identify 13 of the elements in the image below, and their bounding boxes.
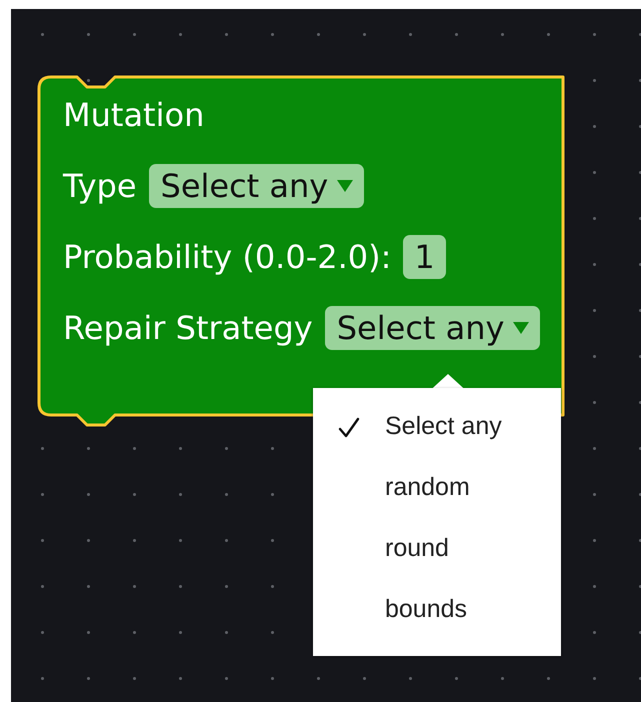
menu-option[interactable]: bounds: [313, 579, 561, 640]
field-label: Type: [63, 167, 136, 205]
field-label: Probability (0.0-2.0):: [63, 238, 392, 276]
dropdown-field[interactable]: Select any: [324, 306, 540, 350]
field-label: Repair Strategy: [63, 309, 313, 347]
menu-option[interactable]: round: [313, 518, 561, 579]
menu-option[interactable]: random: [313, 457, 561, 518]
menu-option[interactable]: Select any: [313, 396, 561, 457]
caret-icon: [512, 321, 530, 335]
block-title: Mutation: [63, 95, 206, 136]
number-field[interactable]: 1: [403, 235, 446, 279]
dropdown-field[interactable]: Select any: [148, 164, 364, 208]
caret-icon: [336, 179, 354, 193]
